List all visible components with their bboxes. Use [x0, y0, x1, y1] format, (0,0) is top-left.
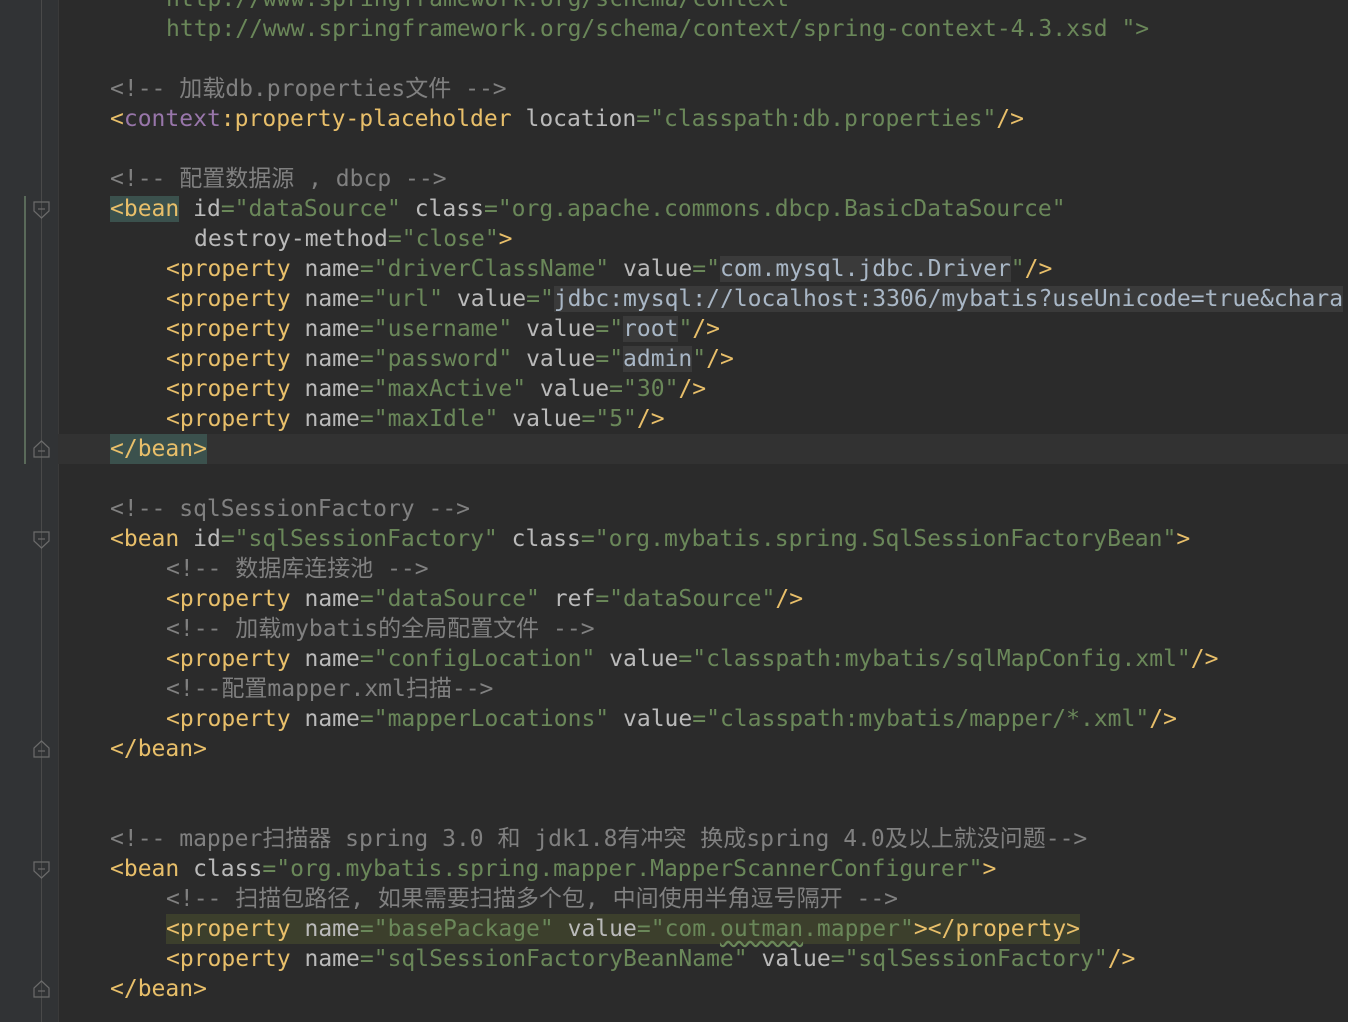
- comment: <!--配置mapper.xml扫描-->: [166, 676, 494, 702]
- code-line[interactable]: <property name="dataSource" ref="dataSou…: [58, 584, 1348, 614]
- comment: <!-- 扫描包路径, 如果需要扫描多个包, 中间使用半角逗号隔开 -->: [166, 886, 899, 912]
- closing-tag: </bean>: [110, 976, 207, 1002]
- schema-url: http://www.springframework.org/schema/co…: [166, 0, 789, 14]
- scope-indicator: [24, 196, 26, 464]
- code-line[interactable]: destroy-method="close">: [58, 224, 1348, 254]
- code-line[interactable]: <!-- 扫描包路径, 如果需要扫描多个包, 中间使用半角逗号隔开 -->: [58, 884, 1348, 914]
- code-line[interactable]: </bean>: [58, 734, 1348, 764]
- fold-close-icon[interactable]: [33, 980, 50, 998]
- code-line[interactable]: <!-- sqlSessionFactory -->: [58, 494, 1348, 524]
- comment: <!-- 数据库连接池 -->: [166, 556, 429, 582]
- xml-attribute: destroy-method="close">: [194, 226, 513, 252]
- property-element: <property name="maxActive" value="30"/>: [166, 376, 707, 402]
- code-line[interactable]: <!-- 加载mybatis的全局配置文件 -->: [58, 614, 1348, 644]
- code-line[interactable]: <property name="username" value="root"/>: [58, 314, 1348, 344]
- comment: <!-- 加载mybatis的全局配置文件 -->: [166, 616, 595, 642]
- code-line[interactable]: <!-- 配置数据源 , dbcp -->: [58, 164, 1348, 194]
- closing-tag: </bean>: [110, 736, 207, 762]
- property-element: <property name="dataSource" ref="dataSou…: [166, 586, 804, 612]
- xml-element: <bean class="org.mybatis.spring.mapper.M…: [110, 856, 997, 882]
- code-line[interactable]: <!-- 数据库连接池 -->: [58, 554, 1348, 584]
- code-line[interactable]: <property name="basePackage" value="com.…: [58, 914, 1348, 944]
- fold-open-icon[interactable]: [33, 201, 50, 219]
- code-line[interactable]: <property name="configLocation" value="c…: [58, 644, 1348, 674]
- xml-element: <bean id="dataSource" class="org.apache.…: [110, 196, 1066, 222]
- code-line[interactable]: </bean>: [58, 974, 1348, 1004]
- property-element: <property name="configLocation" value="c…: [166, 646, 1219, 672]
- property-element: <property name="maxIdle" value="5"/>: [166, 406, 665, 432]
- spelling-warning: outman: [719, 916, 804, 942]
- closing-tag: </bean>: [110, 434, 207, 464]
- code-line-current[interactable]: </bean>: [58, 434, 1348, 464]
- code-line[interactable]: <property name="driverClassName" value="…: [58, 254, 1348, 284]
- property-element: <property name="mapperLocations" value="…: [166, 706, 1177, 732]
- code-line[interactable]: <context:property-placeholder location="…: [58, 104, 1348, 134]
- code-line[interactable]: http://www.springframework.org/schema/co…: [58, 14, 1348, 44]
- xml-element: <context:property-placeholder location="…: [110, 106, 1024, 132]
- property-element-highlighted: <property name="basePackage" value="com.…: [166, 914, 1081, 944]
- fold-close-icon[interactable]: [33, 440, 50, 458]
- comment: <!-- 加载db.properties文件 -->: [110, 76, 507, 102]
- property-element: <property name="url" value="jdbc:mysql:/…: [166, 286, 1344, 312]
- code-line[interactable]: http://www.springframework.org/schema/co…: [58, 0, 1348, 14]
- code-line[interactable]: <property name="url" value="jdbc:mysql:/…: [58, 284, 1348, 314]
- property-element: <property name="password" value="admin"/…: [166, 346, 734, 372]
- comment: <!-- 配置数据源 , dbcp -->: [110, 166, 447, 192]
- fold-open-icon[interactable]: [33, 531, 50, 549]
- code-line[interactable]: <!--配置mapper.xml扫描-->: [58, 674, 1348, 704]
- code-line[interactable]: <property name="maxIdle" value="5"/>: [58, 404, 1348, 434]
- code-line[interactable]: <property name="mapperLocations" value="…: [58, 704, 1348, 734]
- code-line[interactable]: <property name="sqlSessionFactoryBeanNam…: [58, 944, 1348, 974]
- comment: <!-- mapper扫描器 spring 3.0 和 jdk1.8有冲突 换成…: [110, 826, 1088, 852]
- code-line[interactable]: <!-- mapper扫描器 spring 3.0 和 jdk1.8有冲突 换成…: [58, 824, 1348, 854]
- code-line[interactable]: <!-- 加载db.properties文件 -->: [58, 74, 1348, 104]
- code-line[interactable]: <property name="password" value="admin"/…: [58, 344, 1348, 374]
- xml-element: <bean id="sqlSessionFactory" class="org.…: [110, 526, 1191, 552]
- property-element: <property name="username" value="root"/>: [166, 316, 720, 342]
- code-line[interactable]: <bean class="org.mybatis.spring.mapper.M…: [58, 854, 1348, 884]
- code-line[interactable]: <bean id="dataSource" class="org.apache.…: [58, 194, 1348, 224]
- comment: <!-- sqlSessionFactory -->: [110, 496, 471, 522]
- code-line[interactable]: <property name="maxActive" value="30"/>: [58, 374, 1348, 404]
- code-editor[interactable]: http://www.springframework.org/schema/co…: [58, 0, 1348, 1022]
- property-element: <property name="driverClassName" value="…: [166, 256, 1053, 282]
- schema-url: http://www.springframework.org/schema/co…: [166, 16, 1150, 42]
- property-element: <property name="sqlSessionFactoryBeanNam…: [166, 946, 1136, 972]
- code-line[interactable]: <bean id="sqlSessionFactory" class="org.…: [58, 524, 1348, 554]
- fold-close-icon[interactable]: [33, 740, 50, 758]
- fold-open-icon[interactable]: [33, 861, 50, 879]
